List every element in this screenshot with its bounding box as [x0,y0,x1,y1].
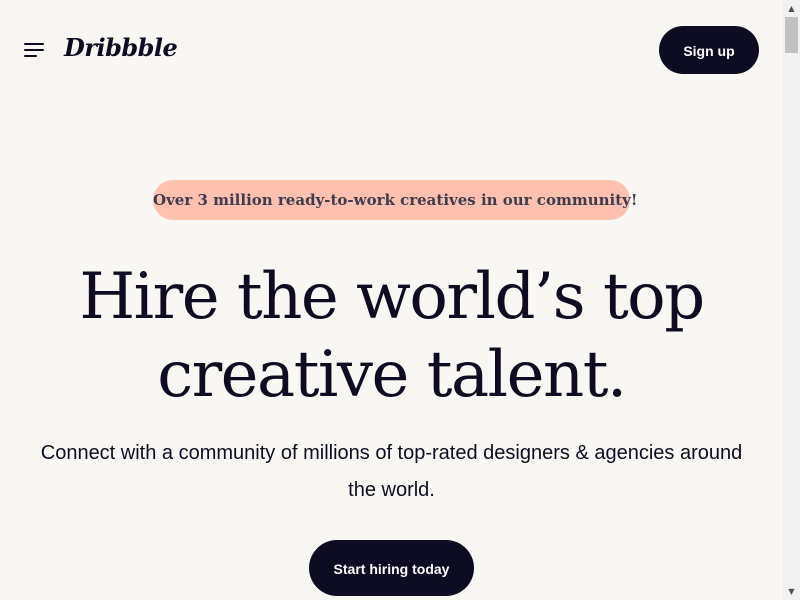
page: Dribbble Sign up Over 3 million ready-to… [0,0,783,600]
hamburger-menu-icon[interactable] [22,40,46,60]
community-badge: Over 3 million ready-to-work creatives i… [153,180,637,220]
site-header: Dribbble Sign up [0,0,783,100]
headline-line-1: Hire the world’s top [79,260,705,334]
hero-headline: Hire the world’s top creative talent. [0,258,783,414]
scroll-up-arrow-icon[interactable]: ▲ [783,0,800,17]
scrollbar-thumb[interactable] [785,17,798,53]
scroll-down-arrow-icon[interactable]: ▼ [783,583,800,600]
headline-line-2: creative talent. [157,338,627,412]
start-hiring-button[interactable]: Start hiring today [309,540,474,596]
hero-subtext: Connect with a community of millions of … [40,442,743,501]
sign-up-button[interactable]: Sign up [659,26,759,74]
dribbble-logo[interactable]: Dribbble [64,30,178,66]
vertical-scrollbar[interactable]: ▲ ▼ [783,0,800,600]
